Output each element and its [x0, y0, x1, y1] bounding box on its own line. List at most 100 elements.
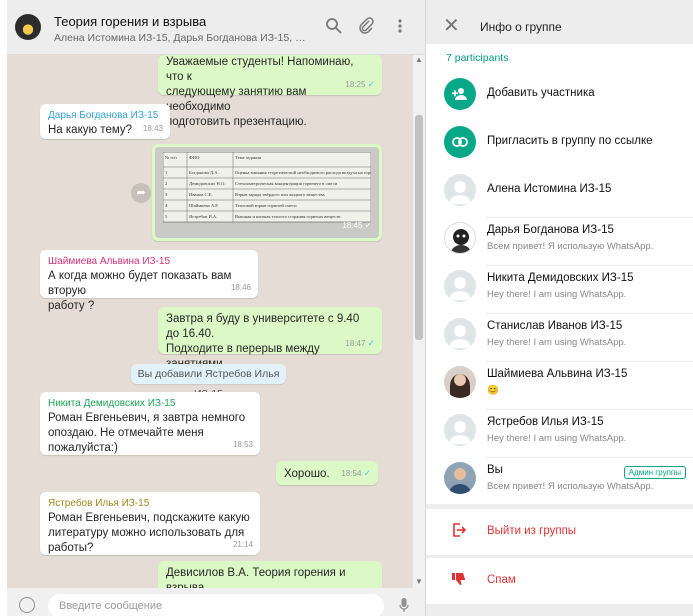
- read-check-icon: ✓: [364, 220, 372, 230]
- default-avatar-icon: [444, 414, 476, 446]
- message-incoming[interactable]: Шаймиева Альвина ИЗ-15 А когда можно буд…: [40, 250, 258, 312]
- scroll-thumb[interactable]: [415, 115, 423, 340]
- add-participant-label: Добавить участника: [487, 87, 595, 99]
- read-check-icon: ✓: [367, 79, 375, 89]
- participant-status: Hey there! I am using WhatsApp.: [487, 289, 627, 300]
- read-check-icon: ✓: [363, 468, 371, 478]
- link-icon: [444, 126, 476, 158]
- report-spam-button[interactable]: Спам: [426, 558, 693, 604]
- group-info-pane: ✕ Инфо о группе 7 participants Добавить …: [425, 0, 693, 616]
- message-time: 18:46: [230, 283, 251, 292]
- participant-name: Станислав Иванов ИЗ-15: [487, 320, 623, 332]
- message-time: 18:47 ✓: [345, 336, 375, 351]
- participant-name: Дарья Богданова ИЗ-15: [487, 224, 614, 236]
- message-time: 18:54 ✓: [341, 465, 371, 482]
- menu-icon[interactable]: [391, 17, 411, 37]
- participant-name: Никита Демидовских ИЗ-15: [487, 272, 634, 284]
- message-time-value: 18:25: [345, 80, 366, 89]
- participant-avatar: [444, 366, 476, 398]
- document-table: № п/п ФИО Тема задания1 Богданова Д.А. Оценк…: [163, 152, 371, 223]
- document-cell: Вышная и низшая теплота сгорания горючих…: [235, 214, 341, 219]
- message-author[interactable]: Шаймиева Альвина ИЗ-15: [48, 255, 250, 268]
- emoji-icon[interactable]: [19, 597, 35, 613]
- thumbs-down-icon: [452, 572, 466, 589]
- read-check-icon: ✓: [367, 338, 375, 348]
- message-outgoing[interactable]: Завтра я буду в университете с 9.40 до 1…: [158, 307, 382, 370]
- message-image[interactable]: № п/п ФИО Тема задания 1 Богданова Д.А. Оценк…: [152, 144, 382, 241]
- group-avatar[interactable]: [15, 14, 41, 40]
- message-author[interactable]: Ястребов Илья ИЗ-15: [48, 497, 252, 510]
- message-text: Роман Евгеньевич, я завтра немного опозд…: [48, 412, 246, 454]
- exit-group-button[interactable]: Выйти из группы: [426, 509, 693, 555]
- scrollbar[interactable]: ▲ ▼: [413, 55, 425, 588]
- participant-status: Hey there! I am using WhatsApp.: [487, 433, 627, 444]
- report-spam-label: Спам: [487, 574, 516, 586]
- document-cell: Шаймиева А.Р.: [189, 203, 218, 208]
- message-incoming[interactable]: Дарья Богданова ИЗ-15 На какую тему? 18:…: [40, 104, 170, 139]
- scroll-up-icon[interactable]: ▲: [415, 55, 423, 64]
- add-participant-button[interactable]: Добавить участника: [426, 74, 693, 122]
- search-icon[interactable]: [325, 17, 345, 37]
- participant-status: Hey there! I am using WhatsApp.: [487, 337, 627, 348]
- invite-link-label: Пригласить в группу по ссылке: [487, 135, 653, 147]
- participant-row[interactable]: Шаймиева Альвина ИЗ-15 😊: [426, 362, 693, 410]
- attach-icon[interactable]: [357, 17, 377, 37]
- document-paper: [163, 152, 371, 223]
- participant-name: Шаймиева Альвина ИЗ-15: [487, 368, 628, 380]
- participant-row[interactable]: Дарья Богданова ИЗ-15 Всем привет! Я исп…: [426, 218, 693, 266]
- scroll-down-icon[interactable]: ▼: [415, 577, 423, 586]
- participant-row[interactable]: Никита Демидовских ИЗ-15 Hey there! I am…: [426, 266, 693, 314]
- message-time: 18:25 ✓: [345, 77, 375, 92]
- document-header-cell: ФИО: [189, 155, 200, 160]
- add-person-icon: [444, 78, 476, 110]
- message-incoming[interactable]: Никита Демидовских ИЗ-15 Роман Евгеньеви…: [40, 392, 260, 455]
- message-time: 18:45 ✓: [342, 218, 372, 233]
- message-time-value: 18:54: [341, 469, 362, 478]
- document-cell: Ястребов И.А.: [189, 214, 217, 219]
- microphone-icon[interactable]: [399, 598, 409, 616]
- participant-avatar: [444, 462, 476, 494]
- message-composer: [7, 588, 425, 616]
- chat-title[interactable]: Теория горения и взрыва: [54, 14, 206, 29]
- message-text: Завтра я буду в университете с 9.40 до 1…: [166, 313, 360, 370]
- document-cell: Стехиометрическая концентрация горючего …: [235, 181, 338, 186]
- group-info-title: Инфо о группе: [480, 20, 562, 34]
- default-avatar-icon: [444, 174, 476, 206]
- participant-status: Всем привет! Я использую WhatsApp.: [487, 481, 654, 492]
- document-cell: Демидовских Н.О.: [189, 181, 225, 186]
- close-icon[interactable]: ✕: [443, 16, 460, 36]
- document-cell: Оценка влияния теоретической необходимог…: [235, 170, 371, 175]
- document-header-cell: № п/п: [165, 155, 177, 160]
- participant-row[interactable]: Алена Истомина ИЗ-15: [426, 170, 693, 218]
- message-input[interactable]: [48, 594, 384, 616]
- default-avatar-icon: [444, 318, 476, 350]
- participant-name: Ястребов Илья ИЗ-15: [487, 416, 604, 428]
- message-incoming[interactable]: Ястребов Илья ИЗ-15 Роман Евгеньевич, по…: [40, 492, 260, 555]
- participant-row[interactable]: Ястребов Илья ИЗ-15 Hey there! I am usin…: [426, 410, 693, 458]
- chat-members-subtitle[interactable]: Алена Истомина ИЗ-15, Дарья Богданова ИЗ…: [54, 32, 309, 44]
- invite-link-button[interactable]: Пригласить в группу по ссылке: [426, 122, 693, 170]
- message-text: Роман Евгеньевич, подскажите какую литер…: [48, 512, 250, 554]
- admin-badge: Админ группы: [623, 466, 686, 479]
- message-list[interactable]: Уважаемые студенты! Напоминаю, что к сле…: [7, 55, 425, 609]
- participants-section: 7 participants Добавить участника Пригла…: [426, 44, 693, 504]
- document-cell: Взрыв заряда твёрдого или жидкого вещест…: [235, 192, 325, 197]
- chat-header[interactable]: Теория горения и взрыва Алена Истомина И…: [7, 0, 425, 55]
- message-author[interactable]: Никита Демидовских ИЗ-15: [48, 397, 252, 410]
- message-time: 18:53: [232, 440, 253, 449]
- document-header-cell: Тема задания: [235, 155, 262, 160]
- document-cell: Богданова Д.А.: [189, 170, 219, 175]
- message-outgoing[interactable]: Уважаемые студенты! Напоминаю, что к сле…: [158, 55, 382, 128]
- participant-name: Алена Истомина ИЗ-15: [487, 183, 612, 195]
- exit-group-label: Выйти из группы: [487, 525, 577, 537]
- message-time: 21:14: [232, 540, 253, 549]
- message-time-value: 18:45: [342, 221, 363, 230]
- message-time-value: 18:47: [345, 339, 366, 348]
- message-text: Уважаемые студенты! Напоминаю, что к сле…: [166, 56, 354, 128]
- participant-row-self[interactable]: Вы Всем привет! Я использую WhatsApp. Ад…: [426, 458, 693, 506]
- participant-avatar: [444, 222, 476, 254]
- forward-icon[interactable]: ➦: [131, 183, 151, 203]
- document-cell: Тепловой взрыв горючей смеси: [235, 203, 297, 208]
- participant-row[interactable]: Станислав Иванов ИЗ-15 Hey there! I am u…: [426, 314, 693, 362]
- message-outgoing[interactable]: Хорошо. 18:54 ✓: [276, 461, 378, 485]
